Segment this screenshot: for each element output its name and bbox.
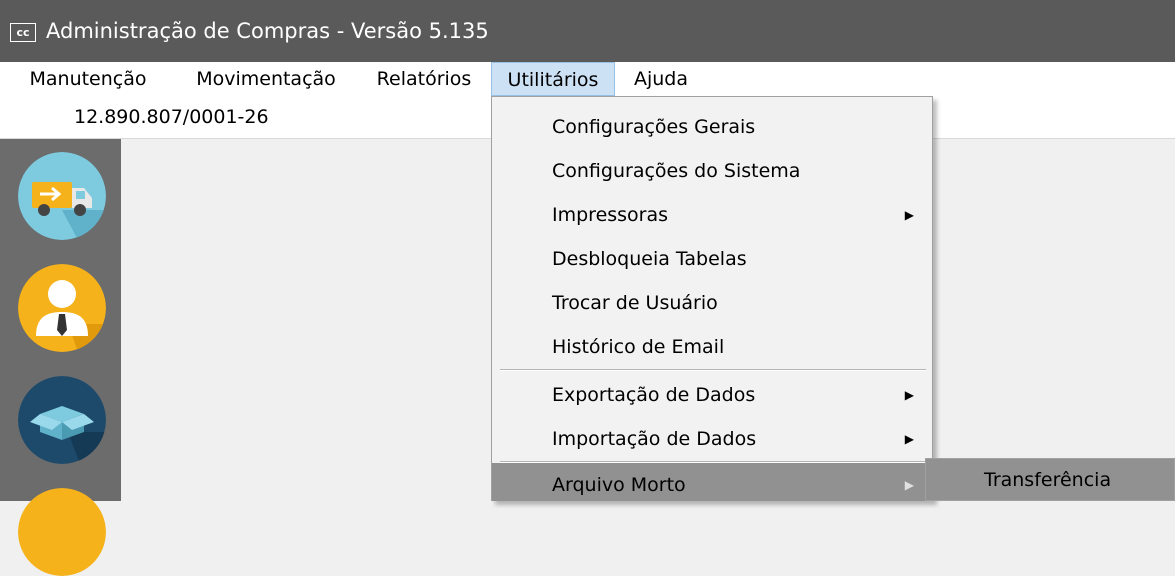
menu-item-label: Transferência bbox=[984, 469, 1112, 491]
menu-item-configuracoes-sistema[interactable]: Configurações do Sistema bbox=[492, 149, 932, 193]
menu-item-transferencia[interactable]: Transferência bbox=[926, 459, 1174, 500]
delivery-truck-icon[interactable] bbox=[18, 152, 106, 240]
menu-item-desbloqueia-tabelas[interactable]: Desbloqueia Tabelas bbox=[492, 237, 932, 281]
menu-item-label: Exportação de Dados bbox=[552, 384, 756, 406]
title-bar: cc Administração de Compras - Versão 5.1… bbox=[0, 0, 1175, 62]
menu-item-label: Histórico de Email bbox=[552, 336, 725, 358]
menu-item-label: Arquivo Morto bbox=[552, 474, 686, 496]
menu-separator bbox=[500, 369, 926, 371]
menu-bar: Manutenção Movimentação Relatórios Utili… bbox=[0, 62, 1175, 96]
submenu-arrow-icon: ▶ bbox=[904, 478, 914, 492]
menu-movimentacao[interactable]: Movimentação bbox=[176, 62, 356, 96]
user-icon[interactable] bbox=[18, 264, 106, 352]
menu-item-exportacao-dados[interactable]: Exportação de Dados ▶ bbox=[492, 373, 932, 417]
menu-item-historico-email[interactable]: Histórico de Email bbox=[492, 325, 932, 369]
partial-icon[interactable] bbox=[18, 488, 106, 576]
menu-item-label: Desbloqueia Tabelas bbox=[552, 248, 747, 270]
arquivo-morto-submenu: Transferência bbox=[925, 458, 1175, 501]
menu-relatorios[interactable]: Relatórios bbox=[367, 62, 481, 96]
menu-manutencao[interactable]: Manutenção bbox=[14, 62, 162, 96]
menu-item-importacao-dados[interactable]: Importação de Dados ▶ bbox=[492, 417, 932, 461]
menu-item-label: Trocar de Usuário bbox=[552, 292, 718, 314]
menu-item-label: Impressoras bbox=[552, 204, 669, 226]
menu-item-impressoras[interactable]: Impressoras ▶ bbox=[492, 193, 932, 237]
window-title: Administração de Compras - Versão 5.135 bbox=[46, 19, 489, 43]
menu-utilitarios[interactable]: Utilitários bbox=[491, 62, 615, 96]
menu-item-trocar-usuario[interactable]: Trocar de Usuário bbox=[492, 281, 932, 325]
menu-item-label: Configurações do Sistema bbox=[552, 160, 801, 182]
submenu-arrow-icon: ▶ bbox=[904, 208, 914, 222]
utilitarios-dropdown: Configurações Gerais Configurações do Si… bbox=[491, 96, 933, 501]
menu-item-configuracoes-gerais[interactable]: Configurações Gerais bbox=[492, 105, 932, 149]
menu-item-label: Importação de Dados bbox=[552, 428, 757, 450]
submenu-arrow-icon: ▶ bbox=[904, 432, 914, 446]
menu-item-label: Configurações Gerais bbox=[552, 116, 756, 138]
open-box-icon[interactable] bbox=[18, 376, 106, 464]
app-logo: cc bbox=[10, 23, 36, 42]
menu-item-arquivo-morto[interactable]: Arquivo Morto ▶ bbox=[492, 463, 932, 501]
menu-ajuda[interactable]: Ajuda bbox=[619, 62, 703, 96]
sidebar bbox=[0, 139, 121, 576]
company-cnpj: 12.890.807/0001-26 bbox=[74, 106, 269, 128]
submenu-arrow-icon: ▶ bbox=[904, 388, 914, 402]
